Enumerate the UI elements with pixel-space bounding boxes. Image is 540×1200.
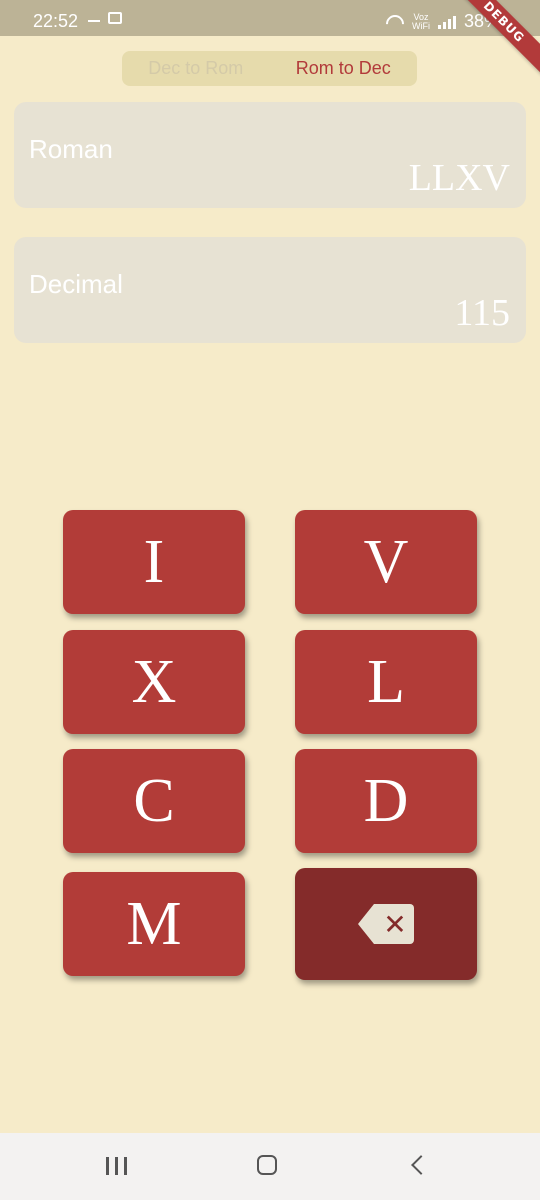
tab-rom-to-dec[interactable]: Rom to Dec <box>270 58 418 79</box>
back-icon[interactable] <box>411 1155 431 1175</box>
key-m[interactable]: M <box>63 872 245 976</box>
mode-toggle: Dec to Rom Rom to Dec <box>122 51 417 86</box>
key-v[interactable]: V <box>295 510 477 614</box>
backspace-button[interactable]: ✕ <box>295 868 477 980</box>
roman-field-label: Roman <box>29 134 113 164</box>
status-time: 22:52 <box>33 11 79 31</box>
status-notification-icons <box>88 12 122 24</box>
image-notification-icon <box>108 12 122 24</box>
key-c[interactable]: C <box>63 749 245 853</box>
roman-field[interactable]: Roman LLXV <box>14 102 526 208</box>
tab-dec-to-rom[interactable]: Dec to Rom <box>122 58 270 79</box>
home-icon[interactable] <box>257 1155 277 1175</box>
key-i[interactable]: I <box>63 510 245 614</box>
decimal-field-value: 115 <box>454 292 510 334</box>
status-bar: 22:52 Voz WiFi 38% <box>0 0 540 36</box>
wifi-icon <box>386 15 404 29</box>
backspace-icon: ✕ <box>358 904 414 944</box>
key-l[interactable]: L <box>295 630 477 734</box>
signal-icon <box>437 15 456 29</box>
voz-wifi-label: Voz WiFi <box>411 11 430 31</box>
key-d[interactable]: D <box>295 749 477 853</box>
navigation-bar <box>0 1133 540 1200</box>
recent-apps-icon[interactable] <box>106 1157 127 1175</box>
decimal-field[interactable]: Decimal 115 <box>14 237 526 343</box>
decimal-field-label: Decimal <box>29 269 123 299</box>
key-x[interactable]: X <box>63 630 245 734</box>
roman-field-value: LLXV <box>408 157 510 199</box>
notification-icon <box>88 14 100 22</box>
